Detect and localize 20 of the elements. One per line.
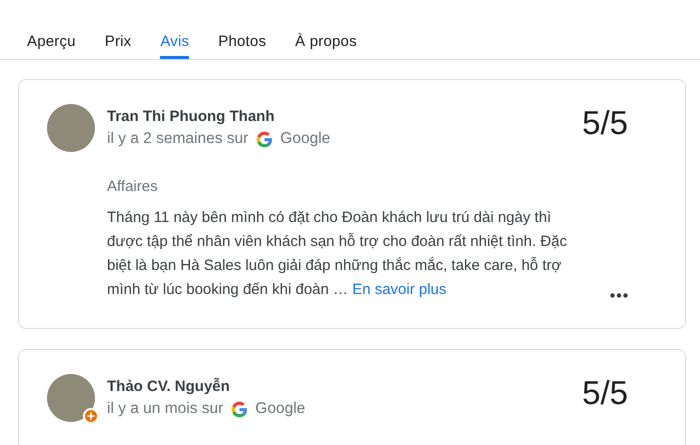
tab[interactable]: Prix <box>104 22 132 59</box>
tab[interactable]: Aperçu <box>27 22 76 59</box>
tab[interactable]: Avis <box>160 22 190 59</box>
review-source: Google <box>280 130 330 148</box>
google-logo-icon <box>231 400 248 418</box>
review-rating: 5/5 <box>582 374 628 412</box>
read-more-link[interactable]: En savoir plus <box>352 281 446 298</box>
tab[interactable]: Photos <box>218 22 266 59</box>
review-source: Google <box>255 400 306 418</box>
reviewer-name[interactable]: Thảo CV. Nguyễn <box>107 378 582 395</box>
tab[interactable]: À propos <box>295 22 357 59</box>
review-text: Tháng 11 này bên mình có đặt cho Đoàn khách lưu trú dài ngày thì được tập thể nhân viên khách sạn hỗ trợ cho đoàn rất nhiệt tình. Đặc biệt là bạn Hà Sales luôn giải đáp những thắc mắc, take care, hỗ trợ mình từ lúc booking đến khi đoàn … En savoir plus <box>107 208 568 300</box>
reviewer-name[interactable]: Tran Thi Phuong Thanh <box>107 108 582 125</box>
review-time: il y a 2 semaines sur <box>107 130 248 148</box>
google-logo-icon <box>256 130 274 148</box>
review-time: il y a un mois sur <box>107 400 224 418</box>
review-category: Affaires <box>107 178 159 195</box>
more-options-icon[interactable] <box>610 293 628 298</box>
avatar-photo <box>47 104 95 152</box>
review-rating: 5/5 <box>582 104 628 142</box>
